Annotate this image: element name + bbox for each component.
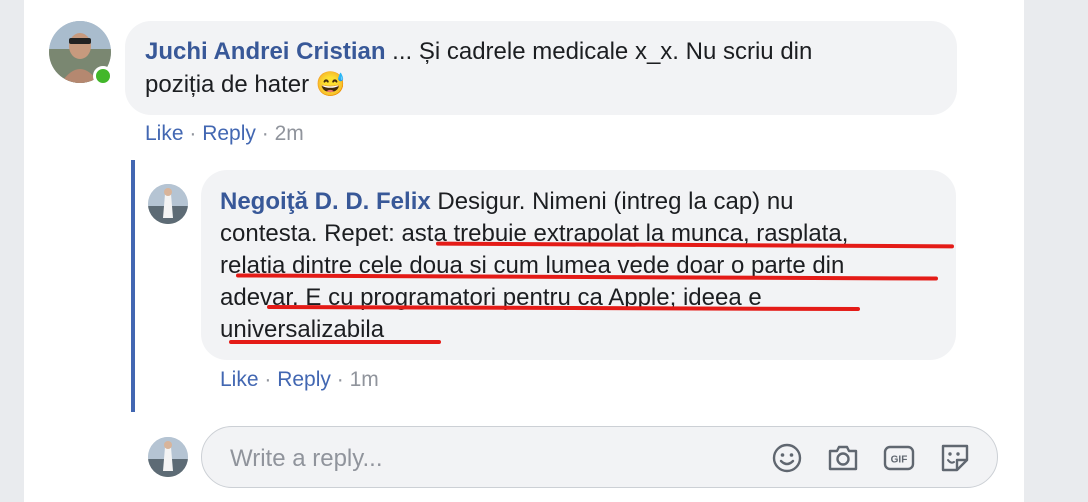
- comment-timestamp[interactable]: 2m: [275, 122, 304, 145]
- red-underline-annotation: [229, 340, 441, 344]
- camera-icon[interactable]: [826, 442, 860, 474]
- comment-text: ... Și cadrele medicale x_x. Nu scriu di…: [385, 38, 813, 65]
- svg-text:GIF: GIF: [891, 455, 908, 466]
- comment-actions: Like · Reply · 2m: [145, 121, 304, 147]
- reply-author-link[interactable]: Negoiţă D. D. Felix: [220, 188, 431, 215]
- comment-text: poziția de hater: [145, 71, 310, 98]
- separator: ·: [255, 122, 275, 145]
- emoji-icon[interactable]: [770, 442, 804, 474]
- like-button[interactable]: Like: [220, 368, 259, 391]
- comment-author-link[interactable]: Juchi Andrei Cristian: [145, 38, 386, 65]
- comment-bubble: Juchi Andrei Cristian ... Și cadrele med…: [125, 21, 957, 115]
- reply-text: Desigur. Nimeni (intreg la cap) nu: [430, 188, 794, 215]
- reply-timestamp[interactable]: 1m: [350, 368, 379, 391]
- current-user-avatar: [148, 437, 188, 477]
- sticker-icon[interactable]: [938, 442, 972, 474]
- separator: ·: [330, 368, 350, 391]
- like-button[interactable]: Like: [145, 122, 184, 145]
- separator: ·: [183, 122, 203, 145]
- online-status-indicator: [93, 66, 113, 86]
- reply-input[interactable]: [228, 441, 752, 477]
- reply-thread-line: [131, 160, 135, 412]
- reply-actions: Like · Reply · 1m: [220, 367, 379, 393]
- replier-avatar[interactable]: [148, 184, 188, 224]
- separator: ·: [258, 368, 278, 391]
- reply-button[interactable]: Reply: [277, 368, 331, 391]
- gif-icon[interactable]: GIF: [882, 442, 916, 474]
- emoji-grinning-sweat: 😅: [315, 71, 346, 98]
- reply-bubble: Negoiţă D. D. Felix Desigur. Nimeni (int…: [201, 170, 956, 360]
- reply-button[interactable]: Reply: [202, 122, 256, 145]
- reply-composer: GIF: [201, 426, 998, 488]
